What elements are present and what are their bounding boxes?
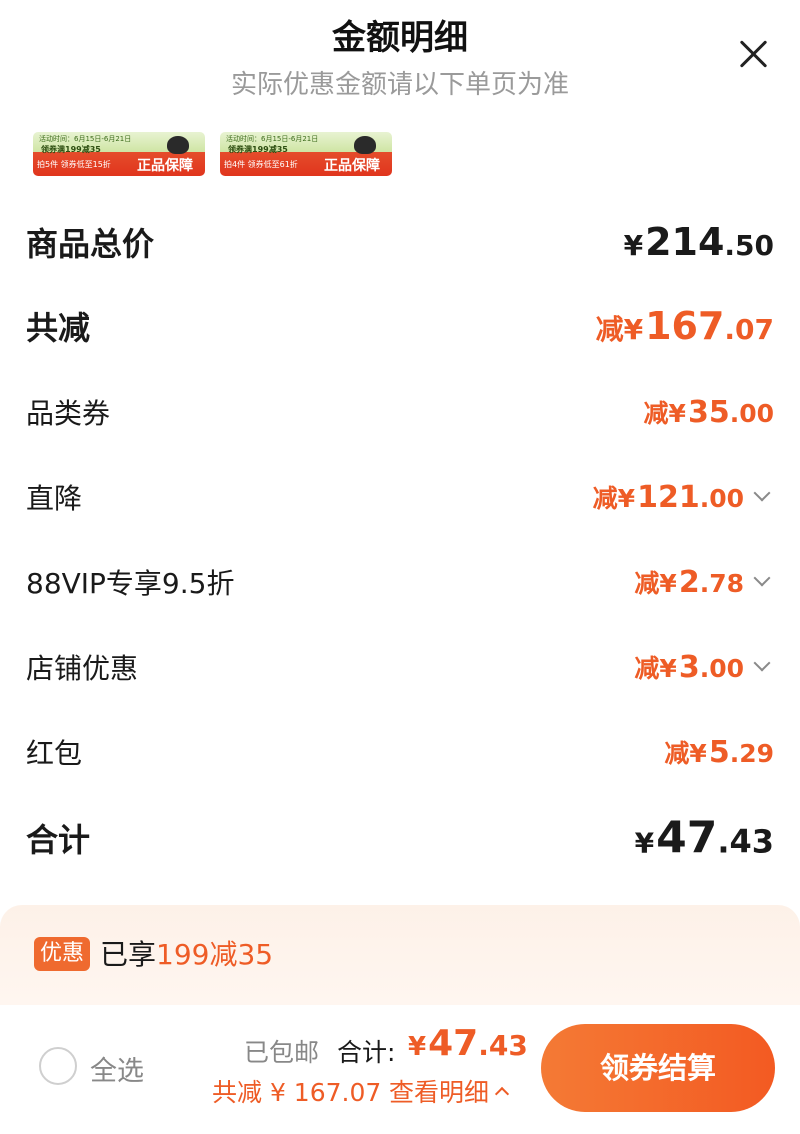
direct-drop-label: 直降 [26, 482, 83, 515]
category-coupon-amount: 减¥ 35.00 [644, 394, 774, 430]
direct-drop-amount: 减¥ 121.00 [593, 479, 744, 515]
row-total: 合计 ¥47.43 [26, 808, 774, 868]
thumbnail-coupon-text: 领券满199减35 [228, 145, 288, 154]
product-thumbnail-1[interactable]: 活动时间：6月15日-6月21日 领券满199减35 拍5件 领券低至15折 正… [33, 132, 205, 176]
thumbnail-discount-text: 拍5件 领券低至15折 [37, 160, 111, 169]
red-packet-amount: 减¥ 5.29 [664, 734, 774, 770]
total-label: 合计 [26, 821, 91, 859]
amount-decimal: .00 [699, 654, 744, 683]
bottom-saved-text: 共减 ¥ 167.07 [212, 1078, 382, 1107]
currency-prefix: ¥ [634, 826, 655, 860]
select-all-radio[interactable] [39, 1047, 77, 1085]
amount-integer: 121 [637, 480, 700, 515]
currency-prefix: 减¥ [634, 654, 677, 683]
amount-integer: 47 [656, 812, 718, 864]
row-red-packet: 红包 减¥ 5.29 [26, 722, 774, 782]
chevron-up-icon [494, 1086, 510, 1102]
store-label: 店铺优惠 [26, 652, 139, 685]
thumbnail-event-time: 活动时间：6月15日-6月21日 [226, 135, 319, 143]
tmall-cat-icon [167, 136, 189, 154]
chevron-down-icon[interactable] [753, 484, 771, 502]
select-all-label[interactable]: 全选 [90, 1049, 144, 1088]
vip-amount: 减¥ 2.78 [634, 564, 744, 600]
bottom-total-amount: ¥47.43 [408, 1023, 528, 1064]
thumbnail-badge: 正品保障 [324, 158, 380, 174]
checkout-button[interactable]: 领券结算 [541, 1024, 775, 1112]
thumbnail-discount-text: 拍4件 领券低至61折 [224, 160, 298, 169]
row-subtotal: 商品总价 ¥214.50 [26, 212, 774, 272]
amount-decimal: .78 [699, 569, 744, 598]
amount-integer: 2 [678, 565, 700, 600]
promo-tag: 优惠 [34, 937, 91, 971]
page-subtitle: 实际优惠金额请以下单页为准 [230, 70, 569, 100]
currency-prefix: 减¥ [595, 313, 644, 346]
amount-integer: 214 [645, 220, 725, 264]
amount-decimal: .29 [729, 739, 774, 768]
amount-integer: 47 [428, 1023, 479, 1064]
amount-integer: 3 [678, 650, 700, 685]
row-store[interactable]: 店铺优惠 减¥ 3.00 [26, 637, 774, 697]
currency-prefix: ¥ [408, 1032, 427, 1062]
red-packet-label: 红包 [26, 737, 83, 770]
header: 金额明细 实际优惠金额请以下单页为准 [0, 0, 800, 120]
page-title: 金额明细 [332, 18, 468, 58]
total-reduce-amount: 减¥ 167.07 [596, 304, 774, 348]
amount-decimal: .07 [724, 313, 774, 346]
amount-decimal: .00 [729, 399, 774, 428]
currency-prefix: 减¥ [634, 569, 677, 598]
vip-label: 88VIP专享9.5折 [26, 567, 235, 600]
row-total-reduce: 共减 减¥ 167.07 [26, 296, 774, 356]
tmall-cat-icon [354, 136, 376, 154]
currency-prefix: ¥ [623, 229, 644, 262]
thumbnail-coupon-text: 领券满199减35 [41, 145, 101, 154]
row-direct-drop[interactable]: 直降 减¥ 121.00 [26, 467, 774, 527]
subtotal-amount: ¥214.50 [624, 220, 774, 264]
category-coupon-label: 品类券 [26, 397, 111, 430]
promo-text-highlight: 199减35 [156, 938, 274, 971]
amount-integer: 5 [708, 735, 730, 770]
amount-decimal: .43 [478, 1029, 528, 1062]
amount-integer: 35 [687, 395, 730, 430]
thumbnail-event-time: 活动时间：6月15日-6月21日 [39, 135, 132, 143]
bottom-total-label: 合计: [337, 1038, 396, 1067]
amount-decimal: .00 [699, 484, 744, 513]
row-vip[interactable]: 88VIP专享9.5折 减¥ 2.78 [26, 552, 774, 612]
subtotal-label: 商品总价 [26, 225, 155, 263]
product-thumbnail-2[interactable]: 活动时间：6月15日-6月21日 领券满199减35 拍4件 领券低至61折 正… [220, 132, 392, 176]
currency-prefix: 减¥ [643, 399, 686, 428]
promo-text-prefix: 已享 [100, 938, 157, 971]
currency-prefix: 减¥ [592, 484, 636, 513]
promo-text: 已享199减35 [100, 937, 273, 973]
store-amount: 减¥ 3.00 [634, 649, 744, 685]
thumbnail-badge: 正品保障 [137, 158, 193, 174]
row-category-coupon: 品类券 减¥ 35.00 [26, 382, 774, 442]
chevron-down-icon[interactable] [753, 654, 771, 672]
amount-decimal: .50 [724, 229, 774, 262]
total-reduce-label: 共减 [26, 309, 91, 347]
view-detail-label: 查看明细 [389, 1078, 490, 1107]
bottom-bar: 全选 已包邮 合计: ¥47.43 共减 ¥ 167.07 查看明细 领券结算 [0, 1005, 800, 1134]
close-icon[interactable] [733, 34, 773, 74]
chevron-down-icon[interactable] [753, 569, 771, 587]
promo-banner: 优惠 已享199减35 [0, 905, 800, 1005]
free-shipping-text: 已包邮 [244, 1038, 320, 1067]
view-detail-link[interactable]: 查看明细 [389, 1073, 510, 1109]
amount-integer: 167 [645, 304, 725, 348]
currency-prefix: 减¥ [664, 739, 707, 768]
amount-decimal: .43 [717, 822, 774, 861]
total-amount: ¥47.43 [635, 813, 774, 864]
